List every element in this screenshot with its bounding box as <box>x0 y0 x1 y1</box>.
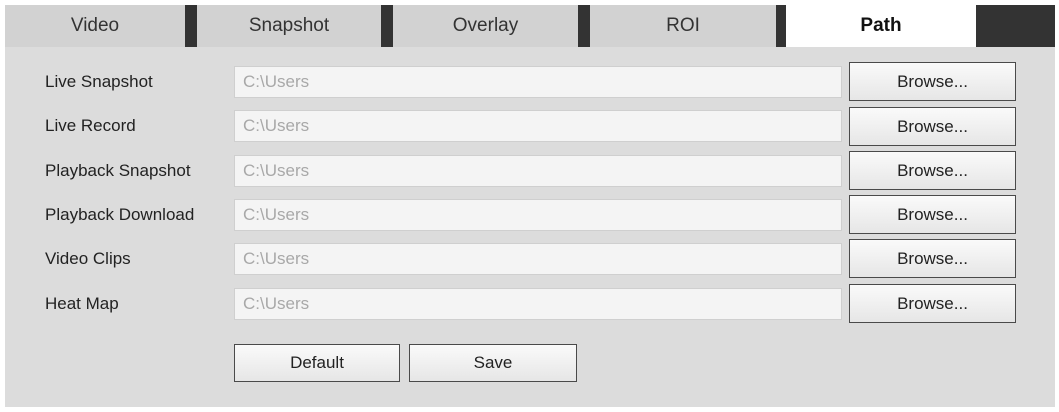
playback-snapshot-label: Playback Snapshot <box>45 161 191 180</box>
live-snapshot-browse-button[interactable]: Browse... <box>849 62 1016 101</box>
heat-map-path-input[interactable] <box>234 288 842 320</box>
settings-window: Video Snapshot Overlay ROI Path Live Sna… <box>0 0 1059 412</box>
playback-download-browse-button[interactable]: Browse... <box>849 195 1016 234</box>
tab-video[interactable]: Video <box>5 5 185 47</box>
video-clips-path-input[interactable] <box>234 243 842 275</box>
live-snapshot-path-input[interactable] <box>234 66 842 98</box>
heat-map-label: Heat Map <box>45 294 119 313</box>
tab-overlay[interactable]: Overlay <box>393 5 578 47</box>
video-clips-label: Video Clips <box>45 249 131 268</box>
default-button[interactable]: Default <box>234 344 400 382</box>
playback-download-label: Playback Download <box>45 205 195 224</box>
live-record-path-input[interactable] <box>234 110 842 142</box>
playback-download-path-input[interactable] <box>234 199 842 231</box>
path-settings-panel: Live Snapshot Browse... Live Record Brow… <box>5 47 1055 407</box>
playback-snapshot-path-input[interactable] <box>234 155 842 187</box>
live-snapshot-label: Live Snapshot <box>45 72 153 91</box>
live-record-label: Live Record <box>45 116 136 135</box>
save-button[interactable]: Save <box>409 344 577 382</box>
video-clips-browse-button[interactable]: Browse... <box>849 239 1016 278</box>
heat-map-browse-button[interactable]: Browse... <box>849 284 1016 323</box>
tab-path[interactable]: Path <box>786 5 976 47</box>
tab-roi[interactable]: ROI <box>590 5 776 47</box>
live-record-browse-button[interactable]: Browse... <box>849 107 1016 146</box>
playback-snapshot-browse-button[interactable]: Browse... <box>849 151 1016 190</box>
tab-bar: Video Snapshot Overlay ROI Path <box>5 5 1055 47</box>
tab-snapshot[interactable]: Snapshot <box>197 5 381 47</box>
